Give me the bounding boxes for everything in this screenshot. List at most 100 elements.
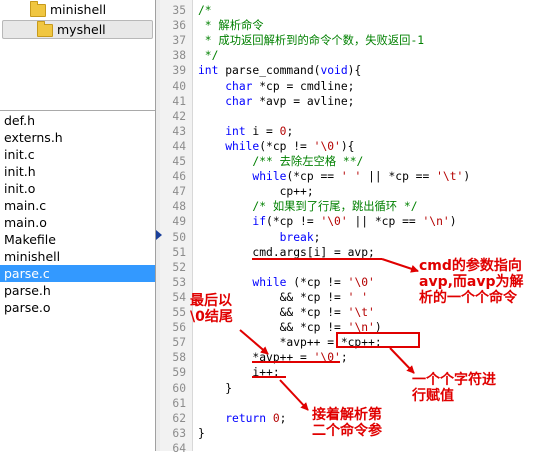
code-line[interactable]: 48 /* 如果到了行尾，跳出循环 */	[160, 199, 551, 214]
code-token: if	[252, 215, 267, 229]
code-line[interactable]: 43 int i = 0;	[160, 124, 551, 139]
annotation-end-with-zero: 最后以 \0结尾	[190, 293, 233, 325]
file-item[interactable]: parse.h	[0, 282, 155, 299]
code-text: * 解析命令	[198, 18, 264, 33]
code-token: || *cp ==	[347, 215, 423, 229]
file-item[interactable]: minishell	[0, 248, 155, 265]
code-token: '\0'	[313, 351, 341, 365]
code-token: i =	[245, 124, 280, 138]
code-token: ;	[313, 230, 321, 244]
code-line[interactable]: 40 char *cp = cmdline;	[160, 79, 551, 94]
code-text: *avp++ = *cp++;	[198, 335, 382, 350]
file-item[interactable]: def.h	[0, 112, 155, 129]
line-number: 58	[172, 351, 186, 365]
code-token: (*cp !=	[266, 215, 321, 229]
code-token: return	[225, 411, 267, 425]
code-text: int parse_command(void){	[198, 63, 361, 78]
line-number: 50	[172, 230, 186, 244]
code-text: * 成功返回解析到的命令个数，失败返回-1	[198, 33, 424, 48]
file-item[interactable]: main.o	[0, 214, 155, 231]
code-token: parse_command(	[218, 64, 321, 78]
code-token: */	[198, 49, 219, 63]
line-number: 56	[172, 321, 186, 335]
folder-label: myshell	[57, 22, 106, 37]
line-number: 59	[172, 366, 186, 380]
code-line[interactable]: 39 int parse_command(void){	[160, 63, 551, 78]
code-token: }	[198, 426, 205, 440]
code-line[interactable]: 37 * 成功返回解析到的命令个数，失败返回-1	[160, 33, 551, 48]
code-token: )	[374, 321, 382, 335]
code-text: i++;	[198, 365, 280, 380]
code-line[interactable]: 41 char *avp = avline;	[160, 94, 551, 109]
file-browser-panel: minishell myshell def.h externs.h init.c…	[0, 0, 155, 451]
code-line[interactable]: 57 *avp++ = *cp++;	[160, 335, 551, 350]
code-token: /* 如果到了行尾，跳出循环 */	[252, 200, 418, 214]
line-number: 39	[172, 64, 186, 78]
code-line[interactable]: 47 cp++;	[160, 184, 551, 199]
code-text: *avp++ = '\0';	[198, 350, 347, 365]
line-number: 64	[172, 441, 186, 455]
code-line[interactable]: 38 */	[160, 48, 551, 63]
code-text: while(*cp == ' ' || *cp == '\t')	[198, 169, 470, 184]
line-number: 43	[172, 124, 186, 138]
file-item[interactable]: main.c	[0, 197, 155, 214]
code-token: /** 去除左空格 **/	[252, 155, 364, 168]
line-number: 61	[172, 396, 186, 410]
file-item[interactable]: externs.h	[0, 129, 155, 146]
code-text: while (*cp != '\0'	[198, 275, 374, 290]
code-token: i++;	[198, 366, 280, 380]
code-line[interactable]: 35 /*	[160, 3, 551, 18]
code-text: /* 如果到了行尾，跳出循环 */	[198, 199, 418, 214]
code-token: ){	[347, 64, 362, 78]
code-token: (*cp ==	[286, 170, 341, 184]
code-line[interactable]: 44 while(*cp != '\0'){	[160, 139, 551, 154]
code-token: ;	[279, 411, 287, 425]
code-text: }	[198, 426, 205, 441]
code-token: cmd.args[i] = avp;	[198, 245, 375, 259]
line-number: 62	[172, 411, 186, 425]
file-list: def.h externs.h init.c init.h init.o mai…	[0, 112, 155, 316]
code-token: )	[463, 170, 471, 184]
code-token: '\t'	[436, 170, 464, 184]
line-number: 36	[172, 19, 186, 33]
file-item-selected[interactable]: parse.c	[0, 265, 155, 282]
code-token: '\n'	[422, 215, 450, 229]
line-number: 53	[172, 275, 186, 289]
code-line[interactable]: 45 /** 去除左空格 **/	[160, 154, 551, 169]
code-line[interactable]: 58 *avp++ = '\0';	[160, 350, 551, 365]
code-token: 0	[272, 411, 280, 425]
file-item[interactable]: init.o	[0, 180, 155, 197]
line-number: 57	[172, 336, 186, 350]
folder-open-icon	[37, 21, 53, 37]
code-token: /*	[198, 4, 212, 17]
line-number: 45	[172, 155, 186, 168]
file-item[interactable]: parse.o	[0, 299, 155, 316]
code-line[interactable]: 49 if(*cp != '\0' || *cp == '\n')	[160, 214, 551, 229]
code-line[interactable]: 50 break;	[160, 230, 551, 245]
line-number: 46	[172, 170, 186, 184]
file-item[interactable]: init.c	[0, 146, 155, 163]
code-text: while(*cp != '\0'){	[198, 139, 354, 154]
file-item[interactable]: Makefile	[0, 231, 155, 248]
pane-divider[interactable]	[0, 40, 155, 112]
code-token: ){	[340, 139, 355, 153]
folder-item-myshell[interactable]: myshell	[2, 20, 153, 39]
code-text: /** 去除左空格 **/	[198, 154, 363, 169]
code-line[interactable]: 64	[160, 441, 551, 456]
code-token: char	[225, 94, 253, 108]
code-line[interactable]: 42	[160, 109, 551, 124]
code-token: (*cp !=	[286, 275, 348, 289]
file-item[interactable]: init.h	[0, 163, 155, 180]
code-line[interactable]: 36 * 解析命令	[160, 18, 551, 33]
code-token: '\0'	[313, 139, 341, 153]
line-number: 49	[172, 215, 186, 229]
code-text: cmd.args[i] = avp;	[198, 245, 375, 260]
folder-label: minishell	[50, 2, 107, 17]
folder-item-minishell[interactable]: minishell	[26, 1, 151, 18]
code-line[interactable]: 46 while(*cp == ' ' || *cp == '\t')	[160, 169, 551, 184]
